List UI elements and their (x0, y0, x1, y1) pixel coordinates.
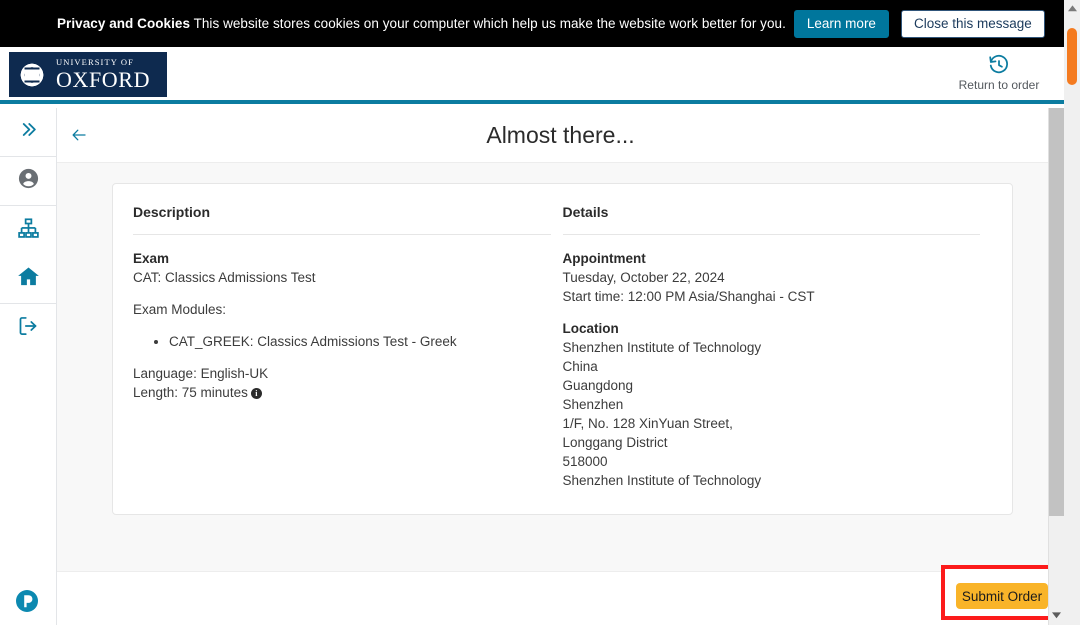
page-title-bar: Almost there... (57, 108, 1064, 163)
inner-scrollbar[interactable] (1048, 108, 1064, 625)
account-circle-icon (17, 167, 40, 195)
scroll-up-arrow-icon[interactable] (1064, 1, 1080, 16)
page-title: Almost there... (57, 108, 1064, 163)
info-icon[interactable]: i (251, 388, 262, 399)
exam-length-row: Length: 75 minutesi (133, 383, 551, 402)
spacer (133, 351, 551, 364)
appointment-start-time: Start time: 12:00 PM Asia/Shanghai - CST (563, 287, 981, 306)
order-summary-card: Description Exam CAT: Classics Admission… (112, 183, 1013, 515)
brand-header: UNIVERSITY OF OXFORD Return to order (0, 47, 1064, 104)
details-column: Details Appointment Tuesday, October 22,… (563, 204, 993, 490)
location-line: China (563, 357, 981, 376)
oxford-logo: UNIVERSITY OF OXFORD (9, 52, 167, 97)
logout-icon (17, 315, 39, 342)
location-label: Location (563, 319, 981, 338)
left-icon-rail (0, 108, 57, 625)
location-line: Shenzhen (563, 395, 981, 414)
spacer (133, 287, 551, 300)
learn-more-button[interactable]: Learn more (794, 10, 889, 38)
description-column-heading: Description (133, 204, 551, 235)
spacer (563, 306, 981, 319)
org-chart-icon (17, 217, 40, 245)
list-item: CAT_GREEK: Classics Admissions Test - Gr… (169, 332, 551, 351)
scrollable-content: Description Exam CAT: Classics Admission… (57, 163, 1064, 625)
pearson-logo (15, 589, 39, 613)
oxford-logo-line2: OXFORD (56, 69, 150, 91)
description-column-body: Exam CAT: Classics Admissions Test Exam … (133, 235, 551, 402)
exam-language: Language: English-UK (133, 364, 551, 383)
scroll-down-arrow-icon[interactable] (1049, 607, 1064, 623)
oxford-wordmark: UNIVERSITY OF OXFORD (56, 58, 150, 91)
return-to-order-button[interactable]: Return to order (953, 54, 1045, 92)
details-column-heading: Details (563, 204, 981, 235)
sidebar-item-expand-rail[interactable] (0, 108, 56, 157)
close-cookie-message-button[interactable]: Close this message (901, 10, 1045, 38)
sidebar-item-sign-out[interactable] (0, 304, 56, 353)
appointment-date: Tuesday, October 22, 2024 (563, 268, 981, 287)
exam-length: Length: 75 minutes (133, 385, 248, 400)
outer-scrollbar-thumb[interactable] (1067, 28, 1077, 85)
appointment-label: Appointment (563, 249, 981, 268)
inner-scrollbar-thumb[interactable] (1049, 108, 1064, 516)
spacer (133, 319, 551, 332)
history-restore-icon (953, 54, 1045, 76)
location-line: Guangdong (563, 376, 981, 395)
back-button[interactable] (68, 126, 92, 146)
browser-page: Privacy and Cookies This website stores … (0, 0, 1080, 625)
exam-modules-label: Exam Modules: (133, 300, 551, 319)
page-viewport: Privacy and Cookies This website stores … (0, 0, 1064, 625)
location-line: Shenzhen Institute of Technology (563, 471, 981, 490)
cookie-banner-message: This website stores cookies on your comp… (190, 16, 786, 31)
location-line: 518000 (563, 452, 981, 471)
submit-order-button[interactable]: Submit Order (956, 583, 1048, 609)
cookie-banner-text: Privacy and Cookies This website stores … (57, 16, 786, 31)
exam-name: CAT: Classics Admissions Test (133, 268, 551, 287)
oxford-logo-line1: UNIVERSITY OF (56, 58, 150, 67)
cookie-consent-banner: Privacy and Cookies This website stores … (0, 0, 1064, 47)
sidebar-item-account[interactable] (0, 157, 56, 206)
content-pane: Almost there... Description Exam CAT: Cl… (57, 108, 1064, 625)
location-line: Shenzhen Institute of Technology (563, 338, 981, 357)
outer-scrollbar[interactable] (1064, 0, 1080, 625)
oxford-crest-icon (15, 56, 49, 94)
details-column-body: Appointment Tuesday, October 22, 2024 St… (563, 235, 981, 490)
home-icon (17, 265, 40, 293)
exam-label: Exam (133, 249, 551, 268)
return-to-order-label: Return to order (953, 78, 1045, 92)
location-line: 1/F, No. 128 XinYuan Street, (563, 414, 981, 433)
sidebar-item-organization[interactable] (0, 206, 56, 255)
cookie-banner-lead: Privacy and Cookies (57, 16, 190, 31)
location-line: Longgang District (563, 433, 981, 452)
exam-modules-list: CAT_GREEK: Classics Admissions Test - Gr… (169, 332, 551, 351)
sidebar-item-home[interactable] (0, 255, 56, 304)
description-column: Description Exam CAT: Classics Admission… (133, 204, 563, 490)
footer-action-bar: Submit Order (57, 571, 1064, 625)
double-chevron-right-icon (19, 120, 38, 144)
